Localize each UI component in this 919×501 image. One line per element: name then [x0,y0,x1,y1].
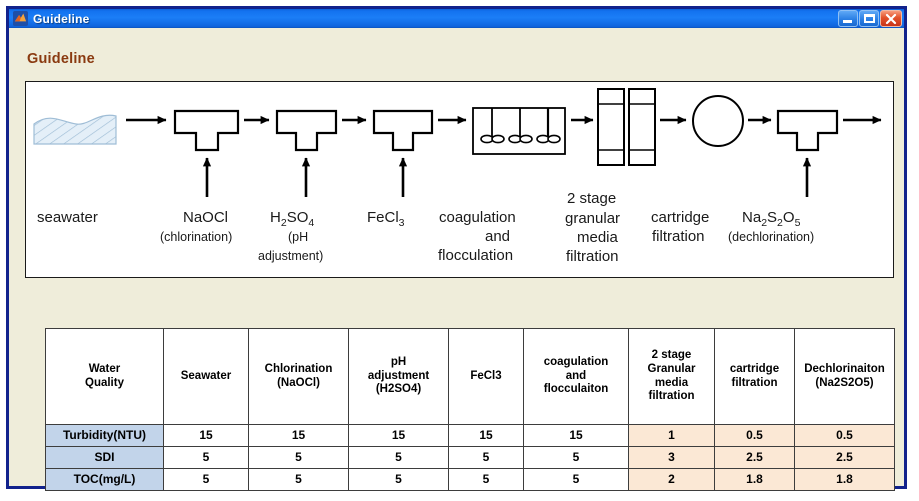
table-cell: 5 [348,446,449,469]
table-cell: 1.8 [794,468,895,491]
header-line: Chlorination [264,362,333,375]
table-cell: 0.5 [714,424,795,447]
table-cell: 3 [628,446,715,469]
header-line: pH [390,356,407,369]
diagram-label-h2so4: H2SO4 [270,209,314,229]
table-header-cell: 2 stage Granular media filtration [628,328,715,425]
stage-cartridge-filter-shape [692,95,744,147]
header-line: coagulation [543,356,609,369]
table-cell: 5 [163,468,249,491]
diagram-label-cartridge-1: cartridge [651,209,709,226]
table-row: Turbidity(NTU) 15 15 15 15 15 1 0.5 0.5 [45,424,895,447]
window-client-area: Guideline seawater NaOCl (chlorination) … [9,28,904,491]
header-line: (H2SO4) [375,383,422,396]
diagram-label-fecl3: FeCl3 [367,209,405,229]
table-row: TOC(mg/L) 5 5 5 5 5 2 1.8 1.8 [45,468,895,491]
diagram-label-granular-4: filtration [566,248,619,265]
stage-naocl-shape [173,109,240,197]
header-line: flocculaiton [543,383,609,396]
table-cell: 5 [348,468,449,491]
diagram-label-naocl: NaOCl [183,209,228,226]
table-row: SDI 5 5 5 5 5 3 2.5 2.5 [45,446,895,469]
table-header-cell: pH adjustment (H2SO4) [348,328,449,425]
diagram-label-h2so4-sub1: (pH [288,230,308,244]
diagram-label-naocl-sub: (chlorination) [160,230,232,244]
table-header-cell: Water Quality [45,328,164,425]
table-header-cell: Seawater [163,328,249,425]
table-cell: 5 [163,446,249,469]
page-title: Guideline [27,51,95,67]
table-header-cell: cartridge filtration [714,328,795,425]
header-line: FeCl3 [470,369,502,382]
table-cell: 5 [448,446,524,469]
table-header-cell: Dechlorinaiton (Na2S2O5) [794,328,895,425]
header-line: (NaOCl) [277,376,320,389]
header-line: Seawater [180,369,232,382]
header-line: adjustment [367,369,430,382]
header-line: filtration [648,390,695,403]
seawater-pretreatment-diagram: seawater NaOCl (chlorination) H2SO4 (pH … [33,88,882,265]
table-cell: 15 [248,424,349,447]
diagram-label-coagulation-2: and [485,228,510,245]
diagram-label-na2s2o5: Na2S2O5 [742,209,801,229]
table-cell: 5 [248,468,349,491]
header-line: cartridge [729,362,780,375]
diagram-label-granular-1: 2 stage [567,190,616,207]
table-header-cell: Chlorination (NaOCl) [248,328,349,425]
diagram-label-granular-3: media [577,229,619,246]
table-cell: 5 [248,446,349,469]
stage-seawater-shape [33,114,117,145]
diagram-label-seawater: seawater [37,209,98,226]
diagram-label-coagulation-3: flocculation [438,247,513,264]
table-cell: 15 [448,424,524,447]
header-line: Water [88,362,121,375]
stage-h2so4-shape [275,109,338,197]
table-cell: 2 [628,468,715,491]
table-cell: 1 [628,424,715,447]
header-line: filtration [731,376,778,389]
maximize-button[interactable] [859,10,879,27]
table-header-cell: coagulation and flocculaiton [523,328,629,425]
window-titlebar[interactable]: Guideline [6,6,907,28]
water-quality-table: Water Quality Seawater Chlorination (NaO… [45,328,895,491]
table-cell: 15 [348,424,449,447]
guideline-window: Guideline seawater NaOCl (chlorination) … [6,6,907,491]
stage-coagulation-shape [472,107,566,155]
table-header-row: Water Quality Seawater Chlorination (NaO… [45,328,895,425]
header-line: media [654,376,689,389]
table-cell: 0.5 [794,424,895,447]
header-line: Quality [85,376,124,389]
diagram-label-cartridge-2: filtration [652,228,705,245]
diagram-label-granular-2: granular [565,210,620,227]
diagram-label-na2s2o5-sub: (dechlorination) [728,230,814,244]
table-cell: 5 [448,468,524,491]
matlab-membrane-icon [13,11,28,26]
header-line: (Na2S2O5) [815,376,874,389]
table-cell: 5 [523,446,629,469]
header-line: Granular [647,362,696,375]
table-cell: 2.5 [794,446,895,469]
row-label-toc: TOC(mg/L) [45,468,164,491]
header-line: and [565,369,587,382]
minimize-button[interactable] [838,10,858,27]
stage-granular-filter-shape [597,88,656,166]
table-cell: 15 [163,424,249,447]
diagram-label-coagulation-1: coagulation [439,209,516,226]
table-cell: 5 [523,468,629,491]
row-label-sdi: SDI [45,446,164,469]
row-label-turbidity: Turbidity(NTU) [45,424,164,447]
diagram-label-h2so4-sub2: adjustment) [258,249,323,263]
close-button[interactable] [880,10,902,27]
table-header-cell: FeCl3 [448,328,524,425]
window-title: Guideline [33,11,90,26]
process-flow-panel: seawater NaOCl (chlorination) H2SO4 (pH … [25,81,894,278]
table-cell: 1.8 [714,468,795,491]
table-cell: 2.5 [714,446,795,469]
header-line: 2 stage [651,349,692,362]
close-icon [885,13,897,25]
table-cell: 15 [523,424,629,447]
stage-fecl3-shape [372,109,434,197]
stage-na2s2o5-shape [776,109,839,197]
header-line: Dechlorinaiton [804,362,885,375]
